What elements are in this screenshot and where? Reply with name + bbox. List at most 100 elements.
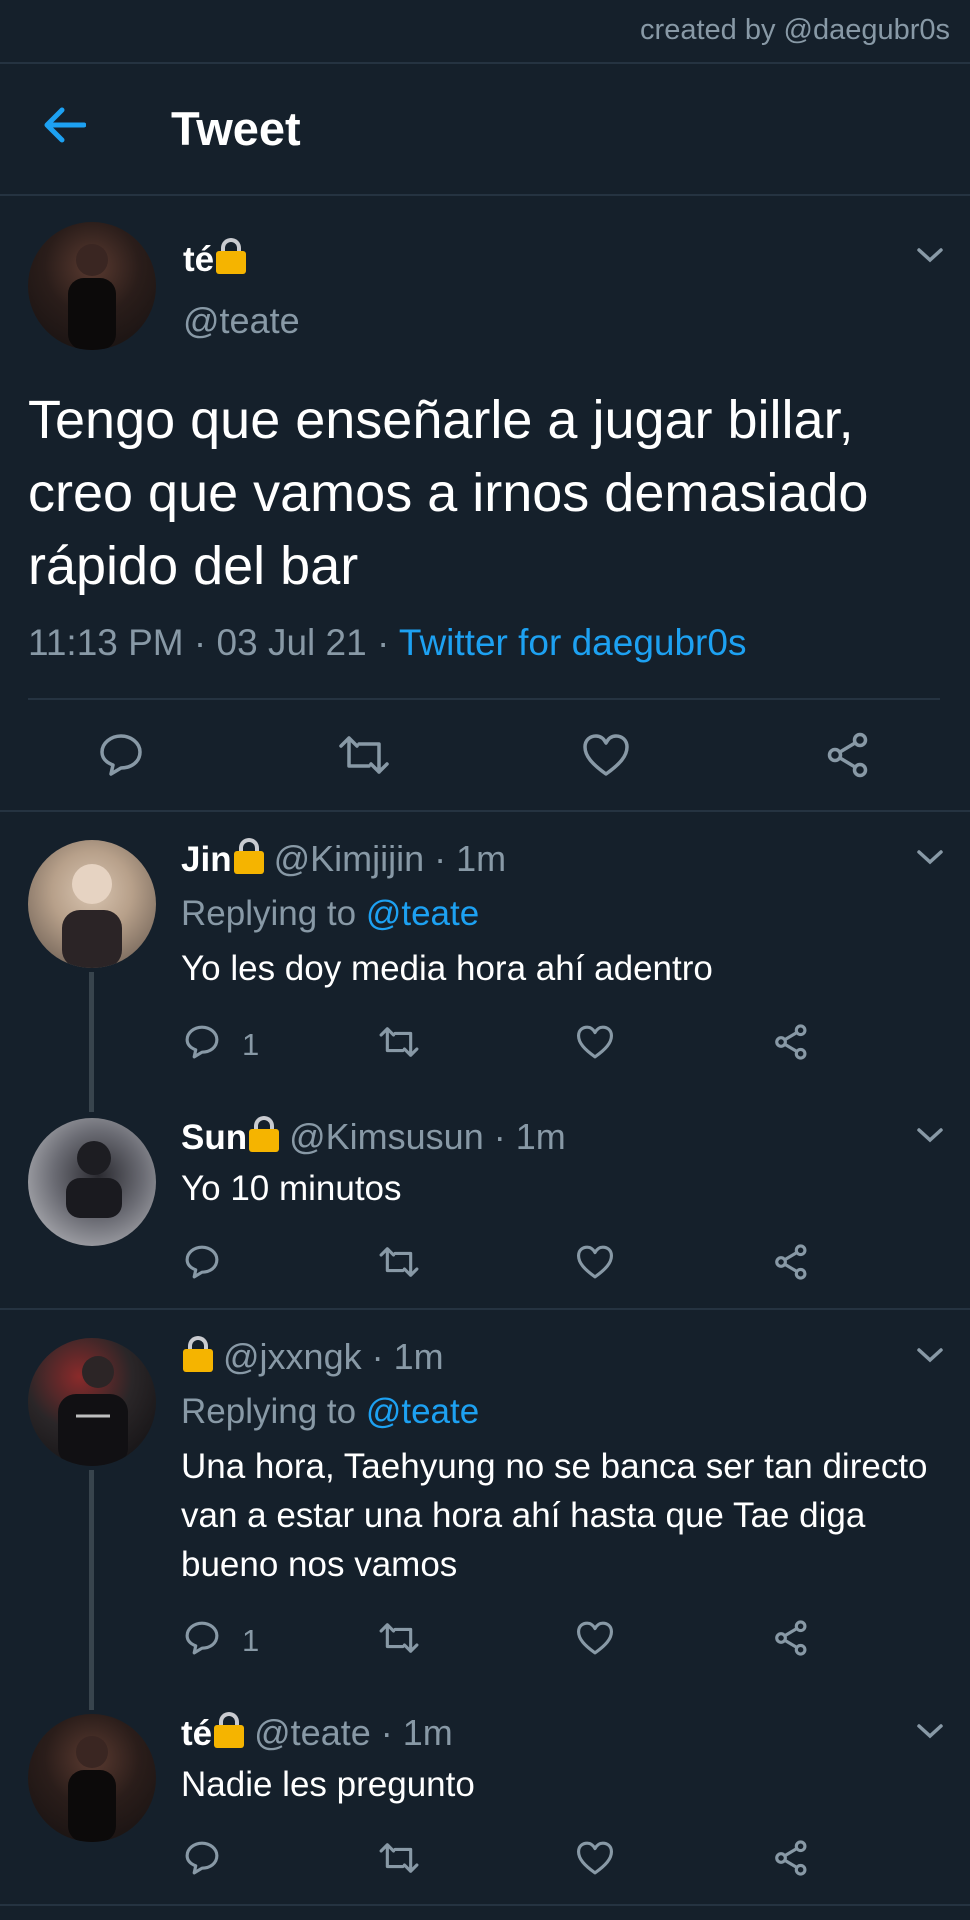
tweet-meta: 11:13 PM · 03 Jul 21 · Twitter for daegu… [28, 622, 746, 664]
avatar[interactable] [28, 1714, 156, 1842]
replying-to-link[interactable]: @teate [366, 894, 479, 933]
share-icon [775, 1840, 807, 1876]
avatar-figure-icon [58, 1356, 128, 1466]
reply-header[interactable]: té @teate · 1m [181, 1712, 453, 1754]
reply-button[interactable] [184, 1024, 220, 1065]
credit-watermark: created by @daegubr0s [640, 14, 950, 46]
reply-text: Nadie les pregunto [181, 1765, 475, 1804]
page-title: Tweet [171, 102, 301, 155]
author-handle[interactable]: @teate [183, 300, 300, 342]
retweet-icon [379, 1027, 419, 1057]
reply-handle-time: @Kimjijin · 1m [263, 838, 507, 879]
reply-author-name: té [181, 1714, 213, 1753]
divider [28, 698, 940, 700]
back-button[interactable] [42, 105, 87, 150]
replying-to-label: Replying to [181, 894, 366, 933]
lock-icon [214, 1712, 245, 1748]
reply-handle-time: @teate · 1m [244, 1712, 453, 1753]
heart-icon [583, 734, 629, 776]
retweet-button[interactable] [378, 1024, 420, 1065]
reply-icon [185, 1245, 219, 1279]
retweet-icon [379, 1623, 419, 1653]
reply-header[interactable]: @jxxngk · 1m [181, 1336, 444, 1378]
replying-to: Replying to @teate [181, 894, 479, 934]
reply-handle-time: @jxxngk · 1m [213, 1336, 444, 1377]
avatar-figure-icon [68, 1736, 116, 1842]
chevron-down-icon [917, 850, 943, 865]
lock-icon [183, 1336, 213, 1372]
thread-line [89, 972, 94, 1112]
reply-icon [100, 734, 142, 776]
like-button[interactable] [576, 1840, 614, 1881]
share-icon [827, 732, 868, 778]
reply-icon [185, 1841, 219, 1875]
reply-button[interactable] [184, 1840, 220, 1881]
retweet-icon [379, 1843, 419, 1873]
avatar[interactable] [28, 222, 156, 350]
tweet-options-button[interactable] [915, 245, 945, 270]
author-name-text: té [183, 240, 215, 279]
reply-button[interactable] [184, 1244, 220, 1285]
chevron-down-icon [917, 248, 943, 263]
share-button[interactable] [774, 1024, 810, 1065]
share-icon [775, 1620, 807, 1656]
share-icon [775, 1024, 807, 1060]
retweet-icon [379, 1247, 419, 1277]
heart-icon [577, 1025, 614, 1059]
thread-line [89, 1470, 94, 1710]
avatar[interactable] [28, 840, 156, 968]
reply-icon [185, 1025, 219, 1059]
tweet-options-button[interactable] [915, 1125, 945, 1150]
like-button[interactable] [576, 1620, 614, 1661]
like-button[interactable] [582, 732, 630, 783]
chevron-down-icon [917, 1724, 943, 1739]
share-button[interactable] [774, 1244, 810, 1285]
chevron-down-icon [917, 1128, 943, 1143]
tweet-text: Tengo que enseñarle a jugar billar, creo… [28, 390, 869, 596]
divider [0, 810, 970, 812]
like-button[interactable] [576, 1024, 614, 1065]
lock-icon [233, 838, 264, 874]
retweet-icon [339, 736, 389, 774]
tweet-options-button[interactable] [915, 1345, 945, 1370]
retweet-button[interactable] [378, 1840, 420, 1881]
avatar[interactable] [28, 1338, 156, 1466]
heart-icon [577, 1841, 614, 1875]
like-button[interactable] [576, 1244, 614, 1285]
replying-to-link[interactable]: @teate [366, 1392, 479, 1431]
divider [0, 1904, 970, 1906]
share-button[interactable] [774, 1840, 810, 1881]
reply-header[interactable]: Jin @Kimjijin · 1m [181, 838, 506, 880]
retweet-button[interactable] [378, 1620, 420, 1661]
avatar-figure-icon [62, 864, 122, 968]
tweet-timestamp: 11:13 PM · 03 Jul 21 · [28, 622, 399, 663]
reply-button[interactable] [184, 1620, 220, 1661]
lock-icon [216, 238, 247, 274]
tweet-options-button[interactable] [915, 847, 945, 872]
reply-text: Yo 10 minutos [181, 1169, 402, 1208]
reply-count: 1 [242, 1623, 260, 1658]
tweet-source-link[interactable]: Twitter for daegubr0s [399, 622, 747, 663]
avatar[interactable] [28, 1118, 156, 1246]
author-name[interactable]: té [183, 238, 247, 280]
reply-author-name: Jin [181, 840, 232, 879]
retweet-button[interactable] [337, 732, 391, 783]
reply-button[interactable] [98, 732, 144, 783]
tweet-options-button[interactable] [915, 1721, 945, 1746]
share-button[interactable] [774, 1620, 810, 1661]
divider [0, 62, 970, 64]
reply-text: Yo les doy media hora ahí adentro [181, 949, 713, 988]
divider [0, 194, 970, 196]
share-icon [775, 1244, 807, 1280]
divider [0, 1308, 970, 1310]
back-arrow-icon [44, 107, 87, 143]
reply-handle-time: @Kimsusun · 1m [279, 1116, 566, 1157]
chevron-down-icon [917, 1348, 943, 1363]
reply-header[interactable]: Sun @Kimsusun · 1m [181, 1116, 566, 1158]
share-button[interactable] [826, 732, 872, 783]
retweet-button[interactable] [378, 1244, 420, 1285]
reply-icon [185, 1621, 219, 1655]
avatar-figure-icon [66, 1141, 122, 1218]
heart-icon [577, 1245, 614, 1279]
reply-text: Una hora, Taehyung no se banca ser tan d… [181, 1447, 928, 1584]
